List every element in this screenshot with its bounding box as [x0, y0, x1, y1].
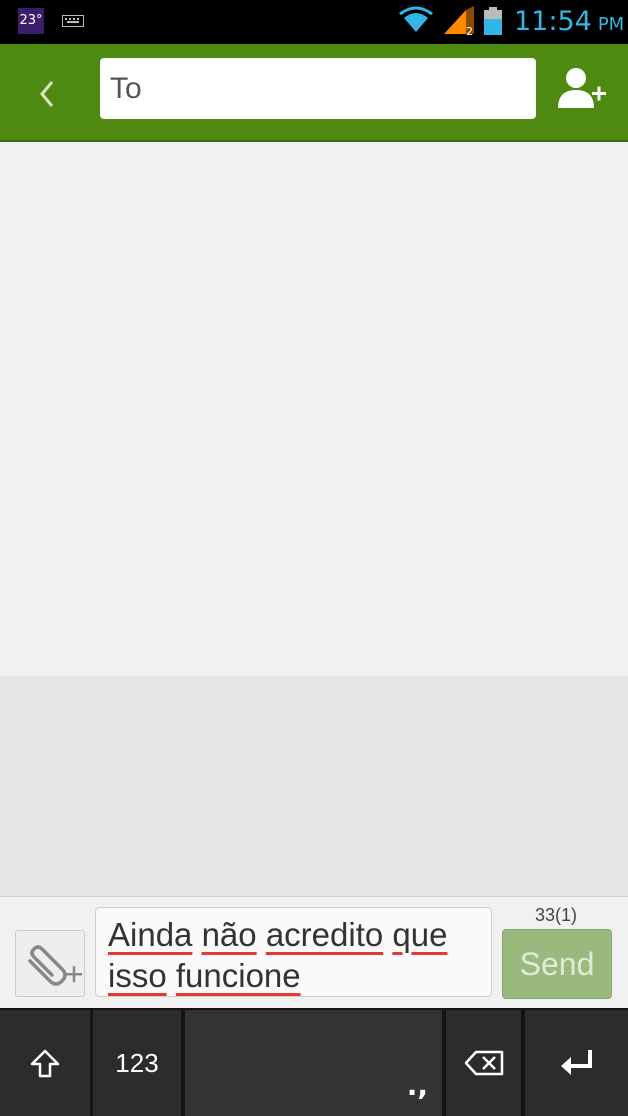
message-input[interactable]: Ainda não acredito que isso funcione	[95, 907, 492, 997]
message-word: isso	[108, 957, 167, 994]
sim-slot-label: 2	[466, 25, 473, 36]
weather-widget: 23°	[18, 8, 44, 34]
message-word: funcione	[175, 957, 301, 994]
enter-icon	[561, 1050, 592, 1075]
recipient-input[interactable]	[100, 58, 536, 119]
backspace-icon	[464, 1050, 504, 1076]
character-counter: 33(1)	[534, 905, 578, 925]
attach-button[interactable]	[15, 930, 85, 997]
shift-arrow-icon	[30, 1049, 60, 1078]
chevron-left-icon[interactable]	[30, 72, 64, 114]
conversation-area	[0, 142, 628, 676]
numbers-key[interactable]: 123	[93, 1010, 181, 1116]
shift-key[interactable]	[0, 1010, 90, 1116]
paperclip-add-icon	[28, 945, 82, 986]
action-bar	[0, 44, 628, 142]
keyboard-indicator-icon	[62, 15, 84, 27]
clock-time: 11:54	[514, 6, 592, 37]
space-key[interactable]: .,	[185, 1010, 442, 1116]
message-word: acredito	[265, 916, 384, 953]
compose-bar: Ainda não acredito que isso funcione 33(…	[0, 896, 628, 1008]
message-word: não	[201, 916, 257, 953]
clock-ampm: PM	[597, 14, 625, 35]
conversation-lower-area	[0, 676, 628, 896]
person-add-icon[interactable]	[556, 66, 610, 112]
wifi-icon	[399, 6, 433, 32]
delete-key[interactable]	[446, 1010, 521, 1116]
battery-icon	[484, 7, 502, 35]
soft-keyboard: 123 .,	[0, 1008, 628, 1116]
punctuation-hint: .,	[406, 1069, 428, 1102]
status-bar: 23° 2 11:54 PM	[0, 0, 628, 44]
enter-key[interactable]	[525, 1010, 628, 1116]
signal-icon: 2	[444, 6, 474, 36]
message-word: Ainda	[108, 916, 193, 953]
message-word: que	[392, 916, 448, 953]
send-button[interactable]: Send	[502, 929, 612, 999]
status-clock: 11:54 PM	[514, 5, 624, 42]
